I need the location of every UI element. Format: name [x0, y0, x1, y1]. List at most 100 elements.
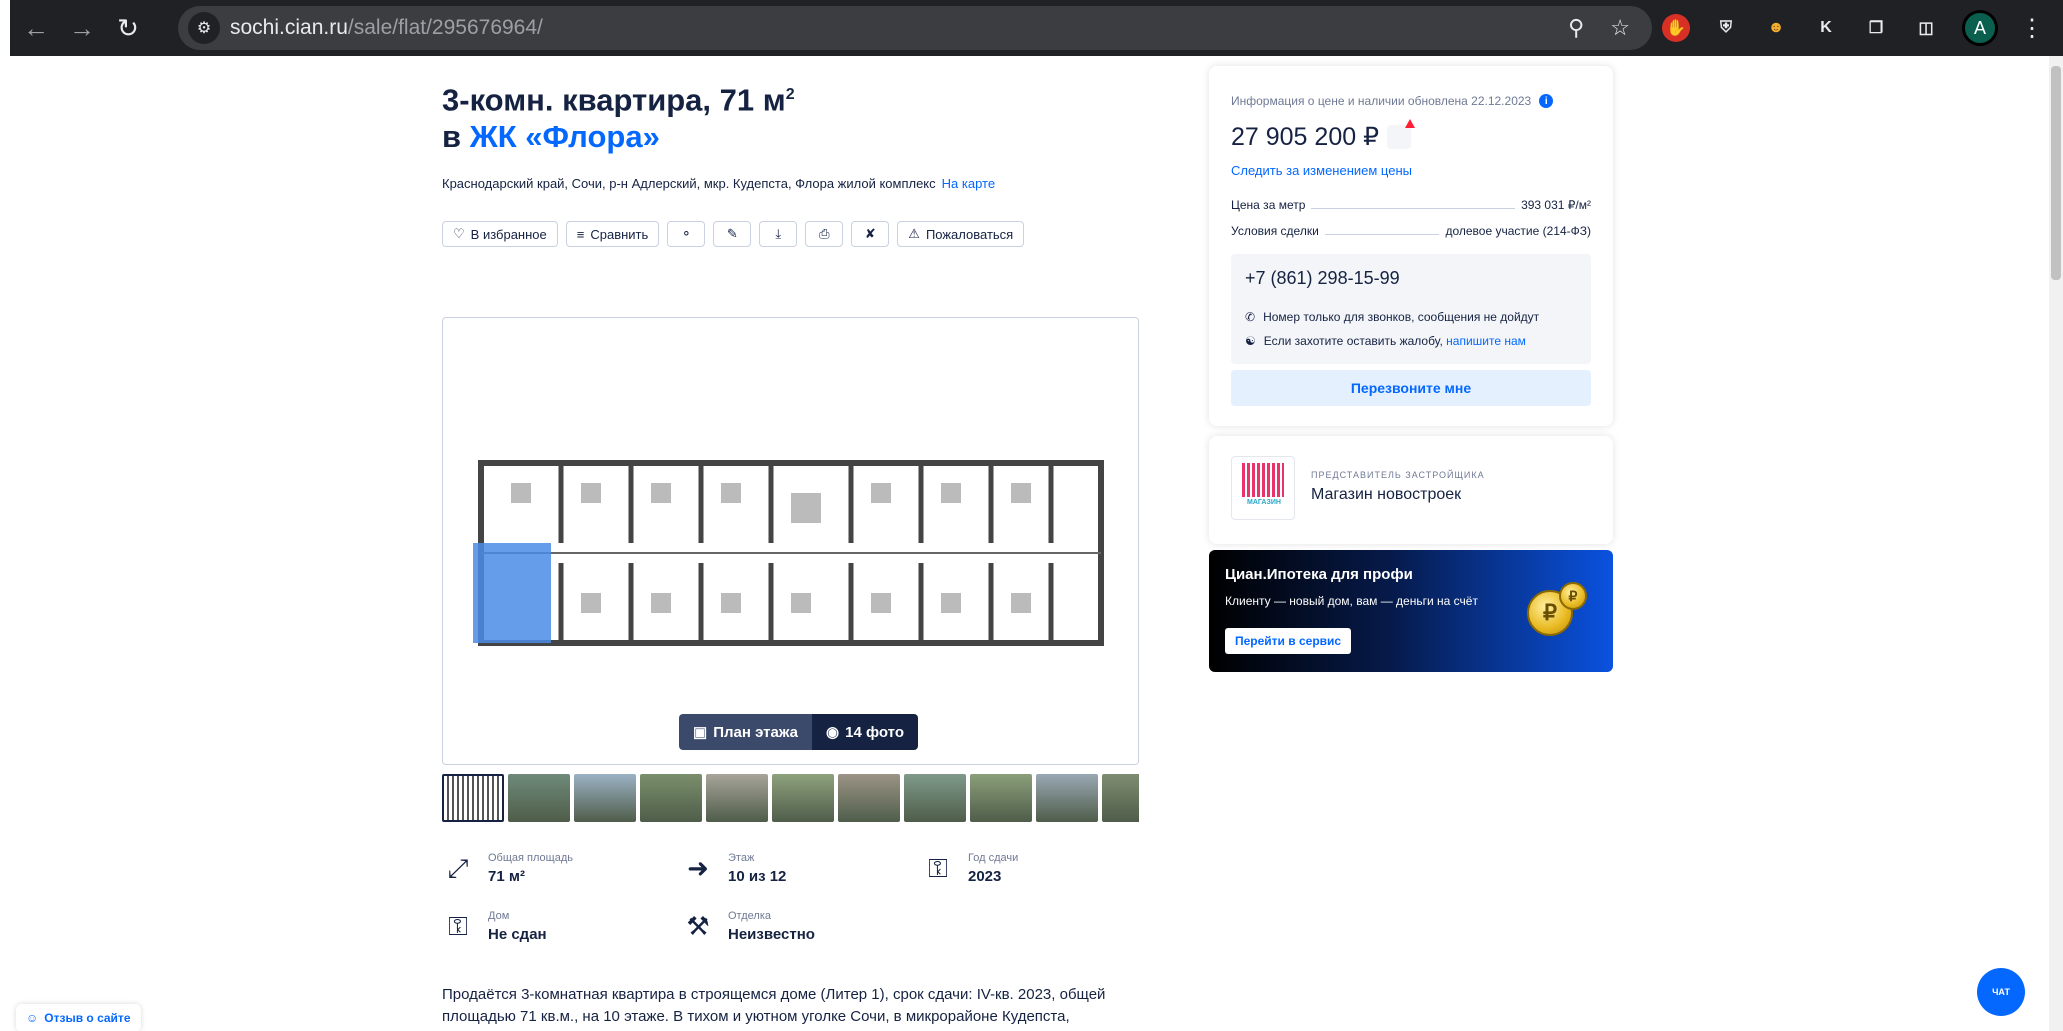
- write-us-link[interactable]: напишите нам: [1446, 334, 1526, 348]
- developer-name[interactable]: Магазин новостроек: [1311, 486, 1461, 504]
- mortgage-promo-banner[interactable]: Циан.Ипотека для профи Клиенту — новый д…: [1209, 550, 1613, 672]
- phone-number[interactable]: +7 (861) 298-15-99: [1245, 268, 1400, 289]
- scrollbar-thumb[interactable]: [2051, 66, 2061, 280]
- map-link[interactable]: На карте: [942, 176, 995, 191]
- gallery-thumbnail[interactable]: [970, 774, 1032, 822]
- page-scrollbar[interactable]: [2049, 56, 2063, 1031]
- complex-prefix: в: [442, 119, 462, 154]
- gallery-thumbnail[interactable]: [508, 774, 570, 822]
- developer-logo: МАГАЗИН: [1231, 456, 1295, 520]
- share-button[interactable]: ⚬: [667, 221, 706, 247]
- fact-year: ⚿ Год сдачи 2023: [922, 852, 1018, 885]
- puzzle-extensions-icon[interactable]: ❐: [1862, 14, 1890, 42]
- address-bar[interactable]: ⚙ sochi.cian.ru/sale/flat/295676964/ ⚲ ☆: [178, 6, 1652, 50]
- house-keys-icon: ⚿: [448, 911, 468, 941]
- deal-terms-row: Условия сделки долевое участие (214-ФЗ): [1231, 224, 1591, 238]
- site-settings-icon[interactable]: ⚙: [188, 12, 220, 44]
- person-extension-icon[interactable]: ☻: [1762, 14, 1790, 42]
- fact-finish: ⚒ Отделка Неизвестно: [682, 910, 815, 943]
- photos-button[interactable]: ◉ 14 фото: [812, 714, 918, 750]
- price: 27 905 200 ₽: [1231, 119, 1415, 152]
- row-label: Цена за метр: [1231, 198, 1306, 212]
- developer-role: ПРЕДСТАВИТЕЛЬ ЗАСТРОЙЩИКА: [1311, 470, 1485, 480]
- row-value: долевое участие (214-ФЗ): [1445, 224, 1591, 238]
- shield-extension-icon[interactable]: ⛨: [1712, 14, 1740, 42]
- floor-plan-button[interactable]: ▣ План этажа: [679, 714, 813, 750]
- address: Краснодарский край, Сочи, р-н Адлерский,…: [442, 176, 995, 191]
- smile-icon: ☺: [26, 1011, 39, 1025]
- promo-title: Циан.Ипотека для профи: [1225, 566, 1413, 583]
- calls-only-note: ✆ Номер только для звонков, сообщения не …: [1245, 310, 1539, 324]
- fact-floor: ➜ Этаж 10 из 12: [682, 852, 786, 885]
- back-icon[interactable]: ←: [16, 8, 56, 48]
- chat-button[interactable]: ЧАТ: [1977, 968, 2025, 1016]
- action-bar: ♡ В избранное ≡ Сравнить ⚬ ✎ ⤓ ⎙ ✘ ⚠ Пожало…: [442, 221, 1025, 247]
- browser-toolbar: ← → ↻ ⚙ sochi.cian.ru/sale/flat/29567696…: [10, 0, 2063, 56]
- url-domain: sochi.cian.ru: [230, 16, 348, 39]
- phone-icon: ✆: [1245, 310, 1256, 324]
- download-icon: ⤓: [775, 226, 782, 241]
- compare-label: Сравнить: [590, 226, 649, 242]
- download-button[interactable]: ⤓: [759, 221, 798, 247]
- photos-label: 14 фото: [845, 723, 904, 741]
- forward-icon[interactable]: →: [62, 8, 102, 48]
- price-history-icon[interactable]: [1386, 119, 1415, 149]
- fact-label: Дом: [488, 910, 510, 922]
- feedback-button[interactable]: ☺ Отзыв о сайте: [16, 1004, 141, 1031]
- coin-icon: ₽: [1559, 582, 1587, 610]
- title-sup: 2: [785, 86, 795, 103]
- bookmark-star-icon[interactable]: ☆: [1610, 15, 1630, 41]
- floor-plan-gallery[interactable]: ▣ План этажа ◉ 14 фото: [442, 317, 1139, 765]
- url-text[interactable]: sochi.cian.ru/sale/flat/295676964/: [230, 16, 543, 40]
- profile-avatar[interactable]: A: [1962, 10, 1998, 46]
- zoom-icon[interactable]: ⚲: [1568, 15, 1584, 41]
- reload-icon[interactable]: ↻: [108, 8, 148, 48]
- promo-button[interactable]: Перейти в сервис: [1225, 628, 1352, 654]
- gallery-thumbnail[interactable]: [838, 774, 900, 822]
- fact-area: ⤢ Общая площадь 71 м²: [442, 852, 573, 885]
- follow-price-link[interactable]: Следить за изменением цены: [1231, 163, 1412, 178]
- complaint-note: ☯ Если захотите оставить жалобу, напишите…: [1245, 334, 1526, 348]
- pencil-icon: ✎: [726, 226, 738, 241]
- area-icon: ⤢: [447, 853, 469, 883]
- url-path: /sale/flat/295676964/: [347, 16, 543, 39]
- price-per-meter-row: Цена за метр 393 031 ₽/м²: [1231, 198, 1591, 212]
- description: Продаётся 3-комнатная квартира в строяще…: [442, 986, 1106, 1031]
- gallery-thumbnail[interactable]: [1102, 774, 1139, 822]
- gallery-thumbnail[interactable]: [706, 774, 768, 822]
- floor-plan-image: [473, 460, 1104, 646]
- fact-label: Этаж: [728, 852, 755, 864]
- print-button[interactable]: ⎙: [805, 221, 844, 247]
- complain-button[interactable]: ⚠ Пожаловаться: [897, 221, 1025, 247]
- promo-subtitle: Клиенту — новый дом, вам — деньги на счё…: [1225, 594, 1478, 608]
- favorite-button[interactable]: ♡ В избранное: [442, 221, 558, 247]
- adblock-extension-icon[interactable]: ✋: [1662, 14, 1690, 42]
- developer-card[interactable]: МАГАЗИН ПРЕДСТАВИТЕЛЬ ЗАСТРОЙЩИКА Магази…: [1209, 436, 1613, 544]
- browser-menu-icon[interactable]: ⋮: [2020, 14, 2044, 43]
- complex-link[interactable]: ЖК «Флора»: [470, 119, 660, 154]
- row-label: Условия сделки: [1231, 224, 1319, 238]
- print-icon: ⎙: [819, 226, 830, 241]
- camera-icon: ◉: [826, 724, 840, 741]
- k-extension-icon[interactable]: K: [1812, 14, 1840, 42]
- price-updated: Информация о цене и наличии обновлена 22…: [1231, 94, 1554, 108]
- gallery-thumbnail[interactable]: [574, 774, 636, 822]
- gallery-thumbnail[interactable]: [904, 774, 966, 822]
- info-icon[interactable]: i: [1539, 94, 1554, 108]
- share-icon: ⚬: [680, 226, 692, 241]
- edit-button[interactable]: ✎: [713, 221, 752, 247]
- side-panel-icon[interactable]: ◫: [1912, 14, 1940, 42]
- page-title: 3-комн. квартира, 71 м2: [442, 74, 795, 121]
- compare-button[interactable]: ≡ Сравнить: [565, 221, 660, 247]
- fact-value: 10 из 12: [728, 868, 787, 885]
- hide-button[interactable]: ✘: [851, 221, 890, 247]
- price-value: 27 905 200 ₽: [1231, 123, 1379, 151]
- price-card: Информация о цене и наличии обновлена 22…: [1209, 66, 1613, 426]
- callback-button[interactable]: Перезвоните мне: [1231, 370, 1591, 406]
- gallery-thumbnail[interactable]: [640, 774, 702, 822]
- gallery-thumbnail[interactable]: [442, 774, 504, 822]
- gallery-thumbnail[interactable]: [1036, 774, 1098, 822]
- note-text: Номер только для звонков, сообщения не д…: [1263, 310, 1540, 324]
- gallery-thumbnail[interactable]: [772, 774, 834, 822]
- floor-plan-icon: ▣: [693, 724, 708, 741]
